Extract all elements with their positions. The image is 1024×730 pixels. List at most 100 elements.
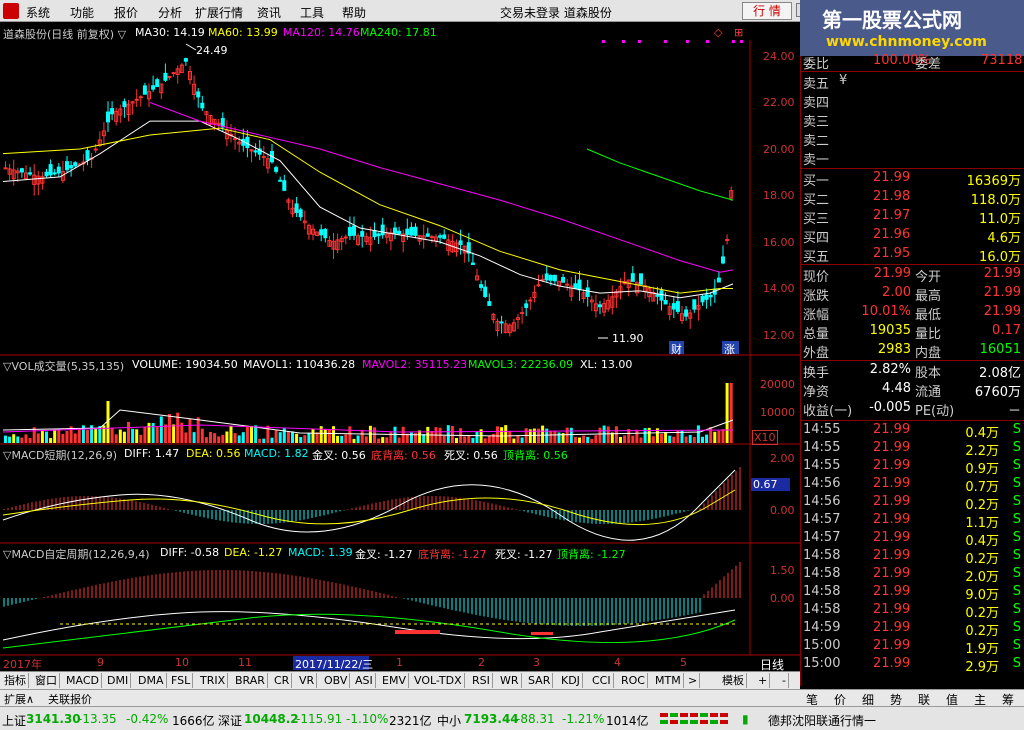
tick-row[interactable]: 14:57 21.99 0.4万 S bbox=[803, 530, 1023, 549]
stat-label: 外盘 bbox=[803, 346, 830, 361]
tab-sar[interactable]: SAR bbox=[526, 673, 554, 688]
zx-index-label[interactable]: 中小 bbox=[437, 712, 461, 729]
sell4-row[interactable]: 卖四 bbox=[803, 92, 1023, 111]
tick-row[interactable]: 14:58 21.99 0.2万 S bbox=[803, 548, 1023, 567]
diamond-icon[interactable]: ◇ bbox=[714, 26, 722, 39]
server-status[interactable]: 德邦沈阳联通行情一 bbox=[768, 712, 876, 729]
tab-emv[interactable]: EMV bbox=[380, 673, 409, 688]
stat-label: 涨幅 bbox=[803, 308, 830, 323]
sh-index-value: 3141.30 bbox=[26, 712, 81, 726]
kline-title[interactable]: 道森股份(日线 前复权) ▽ bbox=[3, 26, 126, 42]
tab-vr[interactable]: VR bbox=[297, 673, 318, 688]
tab-template[interactable]: 模板 bbox=[720, 673, 747, 688]
buy3-row[interactable]: 买三 21.97 11.0万 bbox=[803, 208, 1023, 227]
tab-brar[interactable]: BRAR bbox=[233, 673, 268, 688]
buy-price: 21.99 bbox=[873, 170, 911, 185]
tab-window[interactable]: 窗口 bbox=[33, 673, 60, 688]
sh-index-change: -13.35 bbox=[78, 712, 117, 726]
buy1-row[interactable]: 买一 21.99 16369万 bbox=[803, 170, 1023, 189]
tab-cci[interactable]: CCI bbox=[590, 673, 614, 688]
tab-dmi[interactable]: DMI bbox=[105, 673, 132, 688]
macd1-title[interactable]: ▽MACD短期(12,26,9) bbox=[3, 447, 117, 463]
tick-row[interactable]: 14:56 21.99 0.2万 S bbox=[803, 494, 1023, 513]
expand-icon[interactable]: ⊞ bbox=[734, 26, 743, 39]
menu-function[interactable]: 功能 bbox=[70, 4, 94, 21]
tick-row[interactable]: 14:55 21.99 2.2万 S bbox=[803, 440, 1023, 459]
menu-analysis[interactable]: 分析 bbox=[158, 4, 182, 21]
tick-row[interactable]: 15:00 21.99 1.9万 S bbox=[803, 638, 1023, 657]
tick-row[interactable]: 14:55 21.99 0.4万 S bbox=[803, 422, 1023, 441]
menu-help[interactable]: 帮助 bbox=[342, 4, 366, 21]
buy2-row[interactable]: 买二 21.98 118.0万 bbox=[803, 189, 1023, 208]
buy5-row[interactable]: 买五 21.95 16.0万 bbox=[803, 246, 1023, 265]
tick-side: S bbox=[1012, 566, 1021, 581]
tab-remove[interactable]: - bbox=[780, 673, 789, 688]
menu-extended[interactable]: 扩展行情 bbox=[195, 4, 243, 21]
tick-time: 14:55 bbox=[803, 422, 841, 437]
tab-mtm[interactable]: MTM bbox=[653, 673, 684, 688]
tab-more-icon[interactable]: > bbox=[686, 673, 701, 688]
quote-button[interactable]: 行 情 bbox=[742, 2, 792, 20]
tab-rsi[interactable]: RSI bbox=[470, 673, 493, 688]
tick-row[interactable]: 14:55 21.99 0.9万 S bbox=[803, 458, 1023, 477]
tab-obv[interactable]: OBV bbox=[322, 673, 351, 688]
tab-roc[interactable]: ROC bbox=[619, 673, 648, 688]
vol-mavol2: MAVOL2: 35115.23 bbox=[362, 358, 468, 371]
sell3-row[interactable]: 卖三 bbox=[803, 111, 1023, 130]
tick-price: 21.99 bbox=[873, 476, 911, 491]
menu-system[interactable]: 系统 bbox=[26, 4, 50, 21]
sz-index-label[interactable]: 深证 bbox=[218, 712, 242, 729]
tab-wr[interactable]: WR bbox=[498, 673, 522, 688]
tick-volume: 1.9万 bbox=[965, 642, 999, 657]
menu-quote[interactable]: 报价 bbox=[114, 4, 138, 21]
sell2-row[interactable]: 卖二 bbox=[803, 130, 1023, 149]
tick-row[interactable]: 14:56 21.99 0.7万 S bbox=[803, 476, 1023, 495]
sell2-label: 卖二 bbox=[803, 134, 830, 149]
buy4-row[interactable]: 买四 21.96 4.6万 bbox=[803, 227, 1023, 246]
sell5-row[interactable]: 卖五 ¥ bbox=[803, 73, 1023, 92]
tab-fsl[interactable]: FSL bbox=[169, 673, 194, 688]
tick-time: 15:00 bbox=[803, 638, 841, 653]
tick-row[interactable]: 14:58 21.99 0.2万 S bbox=[803, 602, 1023, 621]
tick-side: S bbox=[1012, 638, 1021, 653]
tick-row[interactable]: 14:57 21.99 1.1万 S bbox=[803, 512, 1023, 531]
vol-y-tick: 20000 bbox=[760, 378, 795, 391]
tab-expand[interactable]: 扩展∧ bbox=[4, 691, 34, 707]
stat-value: -0.005 bbox=[869, 400, 911, 415]
macd2-title[interactable]: ▽MACD自定周期(12,26,9,4) bbox=[3, 546, 150, 562]
stat-label: 最低 bbox=[915, 308, 942, 323]
tick-side: S bbox=[1012, 584, 1021, 599]
tick-row[interactable]: 15:00 21.99 2.9万 S bbox=[803, 656, 1023, 675]
macd2-sicha: 死叉: -1.27 bbox=[495, 548, 553, 561]
tick-side: S bbox=[1012, 656, 1021, 671]
tab-indicator[interactable]: 指标 bbox=[2, 673, 29, 688]
tab-macd[interactable]: MACD bbox=[64, 673, 102, 688]
tick-row[interactable]: 14:59 21.99 0.2万 S bbox=[803, 620, 1023, 639]
tab-add[interactable]: + bbox=[756, 673, 771, 688]
sell1-row[interactable]: 卖一 bbox=[803, 149, 1023, 168]
vol-title[interactable]: ▽VOL成交量(5,35,135) bbox=[3, 358, 124, 374]
tab-cr[interactable]: CR bbox=[272, 673, 293, 688]
tick-side: S bbox=[1012, 602, 1021, 617]
tick-volume: 0.9万 bbox=[965, 462, 999, 477]
stat-value: 10.01% bbox=[861, 304, 911, 319]
tick-row[interactable]: 14:58 21.99 2.0万 S bbox=[803, 566, 1023, 585]
tab-asi[interactable]: ASI bbox=[353, 673, 376, 688]
tick-volume: 2.2万 bbox=[965, 444, 999, 459]
y-tick: 12.00 bbox=[763, 329, 795, 342]
market-breadth-icon bbox=[660, 713, 728, 724]
vol-volume: VOLUME: 19034.50 bbox=[132, 358, 238, 371]
menu-info[interactable]: 资讯 bbox=[257, 4, 281, 21]
app-logo-icon[interactable] bbox=[3, 3, 19, 19]
tick-row[interactable]: 14:58 21.99 9.0万 S bbox=[803, 584, 1023, 603]
stat-label: 现价 bbox=[803, 270, 830, 285]
stat2-row: 净资 4.48 流通 6760万 bbox=[803, 381, 1023, 400]
tab-kdj[interactable]: KDJ bbox=[559, 673, 583, 688]
menu-tools[interactable]: 工具 bbox=[300, 4, 324, 21]
tab-dma[interactable]: DMA bbox=[136, 673, 167, 688]
tab-related-quote[interactable]: 关联报价 bbox=[48, 691, 92, 707]
tab-vol-tdx[interactable]: VOL-TDX bbox=[412, 673, 465, 688]
tick-price: 21.99 bbox=[873, 566, 911, 581]
sh-index-label[interactable]: 上证 bbox=[2, 712, 26, 729]
tab-trix[interactable]: TRIX bbox=[198, 673, 229, 688]
